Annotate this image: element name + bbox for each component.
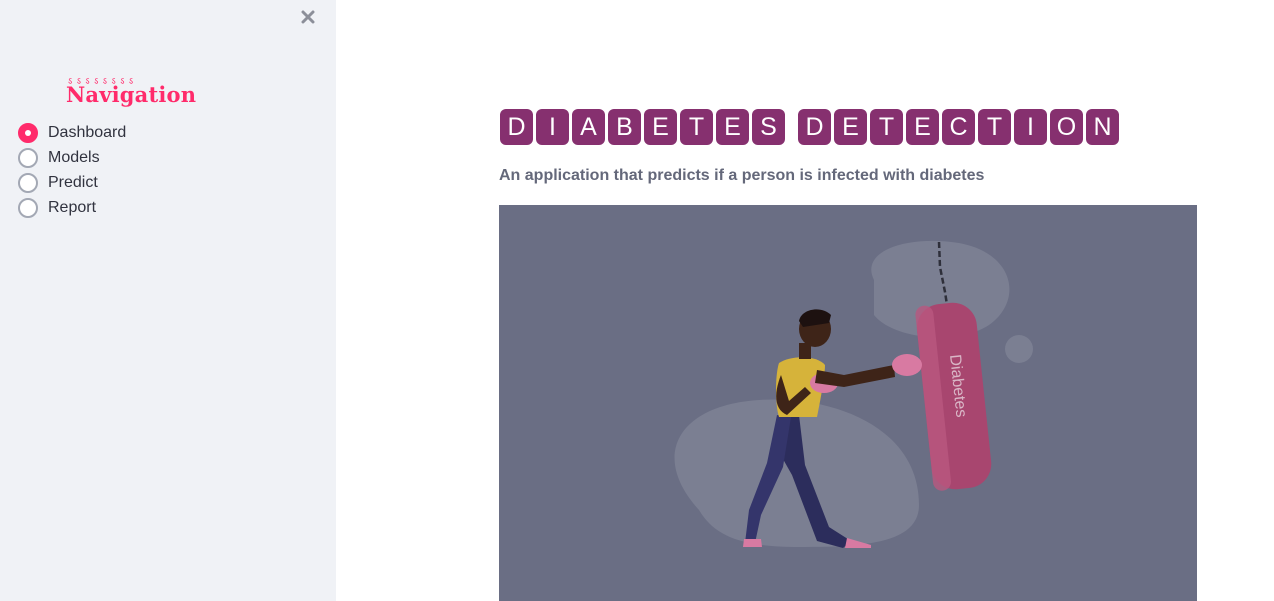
radio-button[interactable]: [18, 147, 38, 168]
title-letter-tile: O: [1050, 109, 1083, 145]
nav-option-label: Models: [48, 148, 100, 166]
title-letter-tile: I: [1014, 109, 1047, 145]
title-word: DETECTION: [798, 109, 1122, 145]
title-letter-tile: C: [942, 109, 975, 145]
page-subtitle: An application that predicts if a person…: [499, 167, 985, 184]
title-letter-tile: S: [752, 109, 785, 145]
navigation-title: ऽऽऽऽऽऽऽऽ Navigation: [66, 77, 196, 107]
title-letter-tile: E: [716, 109, 749, 145]
title-letter-tile: E: [834, 109, 867, 145]
close-icon: [301, 10, 315, 24]
title-decoration: ऽऽऽऽऽऽऽऽ: [68, 77, 138, 87]
close-sidebar-button[interactable]: [296, 6, 320, 28]
nav-option-report[interactable]: Report: [18, 195, 126, 220]
title-letter-tile: E: [906, 109, 939, 145]
navigation-radio-group: Dashboard Models Predict Report: [18, 120, 126, 220]
nav-option-models[interactable]: Models: [18, 145, 126, 170]
title-letter-tile: B: [608, 109, 641, 145]
title-word: DIABETES: [500, 109, 788, 145]
title-letter-tile: D: [798, 109, 831, 145]
nav-option-label: Report: [48, 198, 97, 216]
sidebar: ऽऽऽऽऽऽऽऽ Navigation Dashboard Models Predi…: [0, 0, 336, 601]
nav-option-label: Predict: [48, 173, 98, 191]
title-letter-tile: D: [500, 109, 533, 145]
boxer-illustration: Diabetes: [674, 240, 1033, 548]
hero-illustration: Diabetes: [499, 205, 1197, 601]
nav-option-predict[interactable]: Predict: [18, 170, 126, 195]
page-title: DIABETESDETECTION: [500, 109, 1122, 145]
app: ऽऽऽऽऽऽऽऽ Navigation Dashboard Models Predi…: [0, 0, 1274, 601]
radio-button[interactable]: [18, 172, 38, 193]
title-letter-tile: A: [572, 109, 605, 145]
title-letter-tile: T: [870, 109, 903, 145]
title-letter-tile: E: [644, 109, 677, 145]
title-letter-tile: I: [536, 109, 569, 145]
radio-button[interactable]: [18, 122, 38, 143]
title-letter-tile: N: [1086, 109, 1119, 145]
nav-option-label: Dashboard: [48, 123, 127, 141]
title-letter-tile: T: [680, 109, 713, 145]
main-content: DIABETESDETECTION An application that pr…: [336, 0, 1274, 601]
title-letter-tile: T: [978, 109, 1011, 145]
radio-button[interactable]: [18, 197, 38, 218]
nav-option-dashboard[interactable]: Dashboard: [18, 120, 126, 145]
